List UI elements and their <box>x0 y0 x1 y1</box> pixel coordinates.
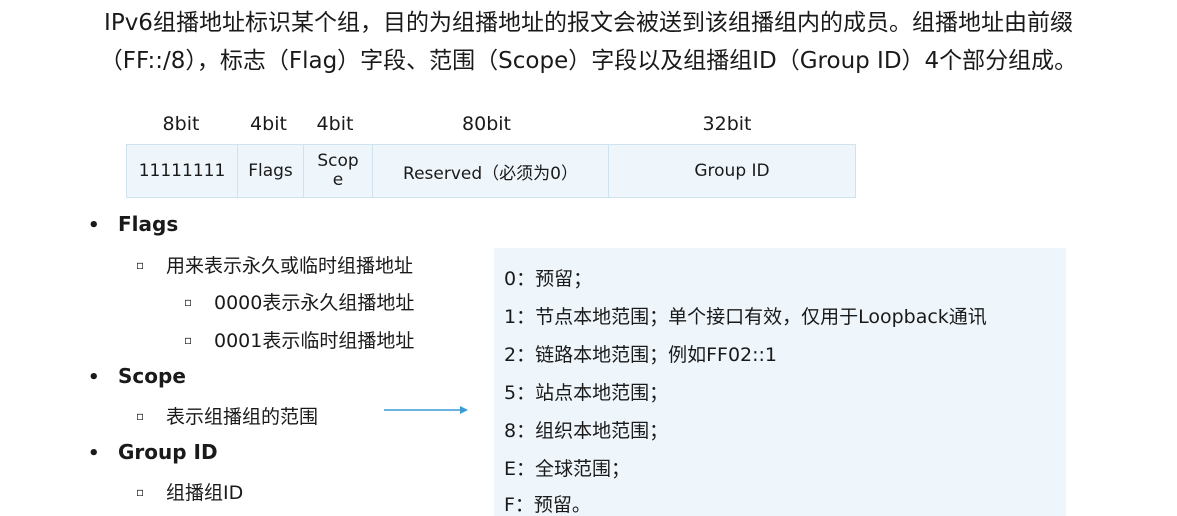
bullet-group-id: • Group ID <box>88 440 218 464</box>
sub-sub-bullet-permanent: ▫ 0000表示永久组播地址 <box>184 288 414 315</box>
field-scope: Scop e <box>303 144 373 198</box>
bit-label-reserved: 80bit <box>462 113 511 135</box>
flags-temporary-text: 0001表示临时组播地址 <box>214 330 415 352</box>
sub-bullet-square-icon: ▫ <box>136 257 145 272</box>
bit-label-scope: 4bit <box>316 113 354 135</box>
sub-bullet-square-icon: ▫ <box>184 332 193 347</box>
bit-label-group-id: 32bit <box>702 113 752 135</box>
sub-bullet-group-id-desc: ▫ 组播组ID <box>136 478 243 505</box>
bullet-dot-icon: • <box>88 215 100 236</box>
flags-desc-text: 用来表示永久或临时组播地址 <box>166 255 414 277</box>
address-format-table: 11111111 Flags Scop e Reserved（必须为0） Gro… <box>126 144 856 198</box>
field-scope-line-2: e <box>332 170 344 190</box>
bullet-flags: • Flags <box>88 212 178 236</box>
bit-label-flags: 4bit <box>250 113 287 135</box>
table-row: 11111111 Flags Scop e Reserved（必须为0） Gro… <box>126 144 856 198</box>
bullet-dot-icon: • <box>88 367 100 388</box>
sub-bullet-square-icon: ▫ <box>136 408 145 423</box>
bullet-scope: • Scope <box>88 364 186 388</box>
bullet-flags-title: Flags <box>118 212 179 236</box>
sub-sub-bullet-temporary: ▫ 0001表示临时组播地址 <box>184 326 414 353</box>
scope-value-item: F：预留。 <box>504 494 591 516</box>
scope-desc-text: 表示组播组的范围 <box>166 406 319 428</box>
scope-value-item: 1：节点本地范围；单个接口有效，仅用于Loopback通讯 <box>504 306 987 328</box>
arrow-icon <box>384 406 468 414</box>
sub-bullet-square-icon: ▫ <box>136 484 145 499</box>
intro-line-1: IPv6组播地址标识某个组，目的为组播地址的报文会被送到该组播组内的成员。组播地… <box>104 10 1073 36</box>
field-reserved: Reserved（必须为0） <box>372 144 609 198</box>
bullet-dot-icon: • <box>88 443 100 464</box>
sub-bullet-scope-desc: ▫ 表示组播组的范围 <box>136 402 318 429</box>
slide: IPv6组播地址标识某个组，目的为组播地址的报文会被送到该组播组内的成员。组播地… <box>0 0 1177 516</box>
sub-bullet-square-icon: ▫ <box>184 294 193 309</box>
field-flags: Flags <box>237 144 304 198</box>
bit-label-prefix: 8bit <box>162 113 200 135</box>
bullet-group-id-title: Group ID <box>118 440 218 464</box>
group-id-desc-text: 组播组ID <box>166 482 244 504</box>
scope-values-box: 0：预留； 1：节点本地范围；单个接口有效，仅用于Loopback通讯 2：链路… <box>494 248 1066 516</box>
scope-value-item: 0：预留； <box>504 268 593 290</box>
field-prefix: 11111111 <box>126 144 238 198</box>
scope-value-item: 2：链路本地范围；例如FF02::1 <box>504 344 778 366</box>
bullet-scope-title: Scope <box>118 364 186 388</box>
scope-value-item: E：全球范围； <box>504 458 631 480</box>
flags-permanent-text: 0000表示永久组播地址 <box>214 292 415 314</box>
intro-paragraph: IPv6组播地址标识某个组，目的为组播地址的报文会被送到该组播组内的成员。组播地… <box>0 4 1177 80</box>
scope-value-item: 5：站点本地范围； <box>504 382 669 404</box>
field-group-id: Group ID <box>608 144 856 198</box>
sub-bullet-flags-desc: ▫ 用来表示永久或临时组播地址 <box>136 251 413 278</box>
intro-line-2: （FF::/8），标志（Flag）字段、范围（Scope）字段以及组播组ID（G… <box>99 48 1078 74</box>
scope-value-item: 8：组织本地范围； <box>504 420 669 442</box>
field-scope-line-1: Scop <box>317 151 359 171</box>
